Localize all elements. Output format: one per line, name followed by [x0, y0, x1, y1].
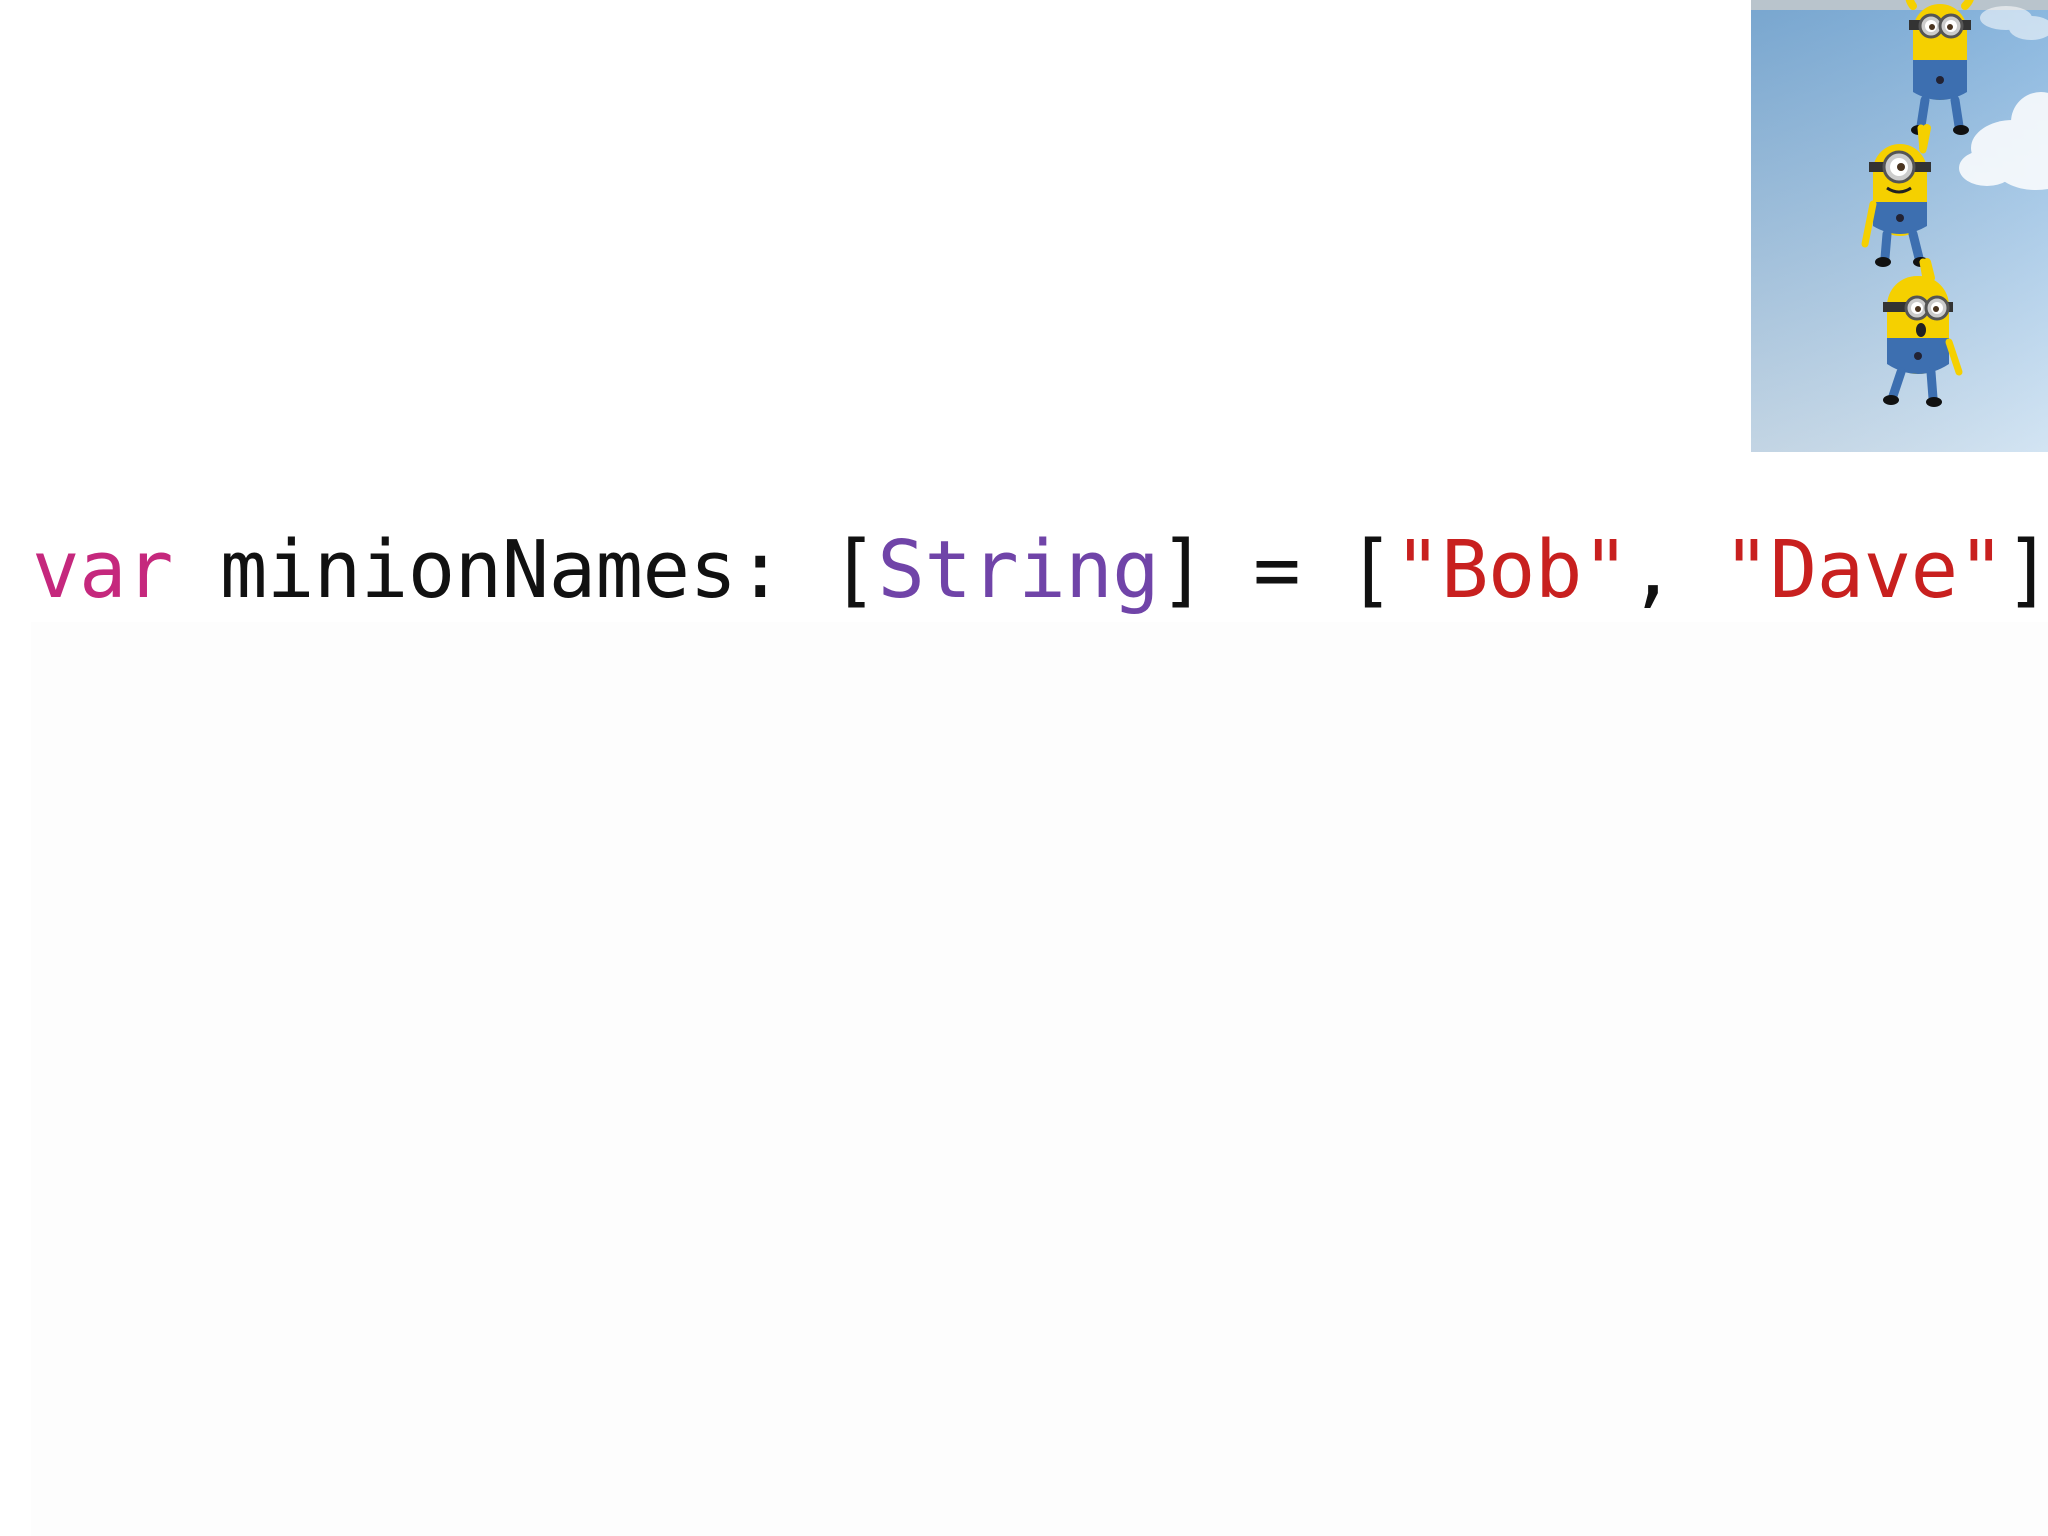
code-open-type-bracket: [ — [830, 524, 878, 616]
code-type-name: String — [877, 524, 1160, 616]
code-string-dave: "Dave" — [1722, 524, 2005, 616]
code-close-type-bracket: ] — [1159, 524, 1207, 616]
code-identifier: minionNames — [219, 524, 737, 616]
minions-illustration — [1751, 0, 2048, 452]
code-open-array-bracket: [ — [1347, 524, 1395, 616]
code-line[interactable]: var minionNames: [String] = ["Bob", "Dav… — [32, 520, 2048, 620]
code-keyword-var: var — [32, 524, 173, 616]
editor-gutter — [0, 622, 31, 1536]
editor-area[interactable]: var minionNames: [String] = ["Bob", "Dav… — [0, 0, 2048, 1536]
code-string-bob: "Bob" — [1393, 524, 1629, 616]
code-colon: : — [736, 524, 784, 616]
code-comma: , — [1628, 524, 1677, 616]
minions-image — [1751, 0, 2048, 452]
code-close-array-bracket: ] — [2004, 524, 2048, 616]
code-equals: = — [1253, 524, 1301, 616]
